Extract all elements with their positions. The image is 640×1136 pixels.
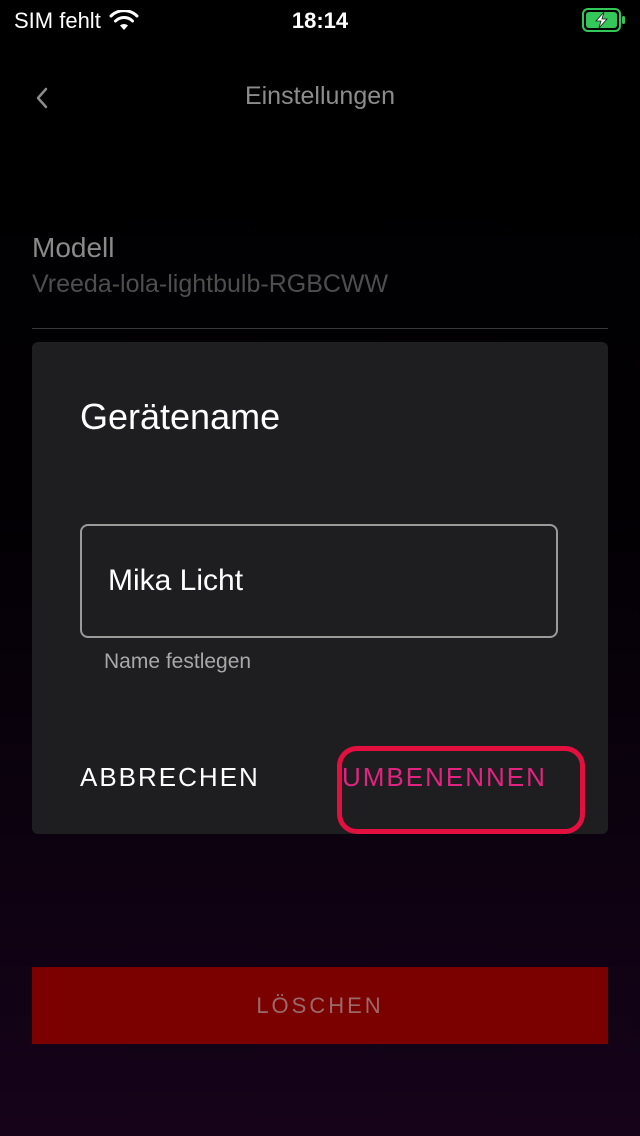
nav-bar: Einstellungen bbox=[0, 70, 640, 126]
device-name-input[interactable] bbox=[80, 524, 558, 638]
divider bbox=[32, 328, 608, 329]
rename-button[interactable]: UMBENENNEN bbox=[342, 762, 547, 793]
rename-dialog: Gerätename Name festlegen ABBRECHEN UMBE… bbox=[32, 342, 608, 834]
page-title: Einstellungen bbox=[244, 82, 396, 110]
model-value: Vreeda-lola-lightbulb-RGBCWW bbox=[32, 270, 389, 298]
input-helper-text: Name festlegen bbox=[104, 650, 252, 673]
status-time: 18:14 bbox=[291, 8, 349, 33]
delete-button[interactable]: LÖSCHEN bbox=[32, 967, 608, 1044]
dialog-title: Gerätename bbox=[80, 396, 281, 437]
battery-charging-icon bbox=[582, 8, 625, 32]
status-bar: SIM fehlt 18:14 bbox=[0, 0, 640, 40]
cancel-button[interactable]: ABBRECHEN bbox=[80, 762, 260, 793]
model-section: Modell Vreeda-lola-lightbulb-RGBCWW bbox=[32, 230, 608, 302]
model-label: Modell bbox=[32, 232, 115, 263]
